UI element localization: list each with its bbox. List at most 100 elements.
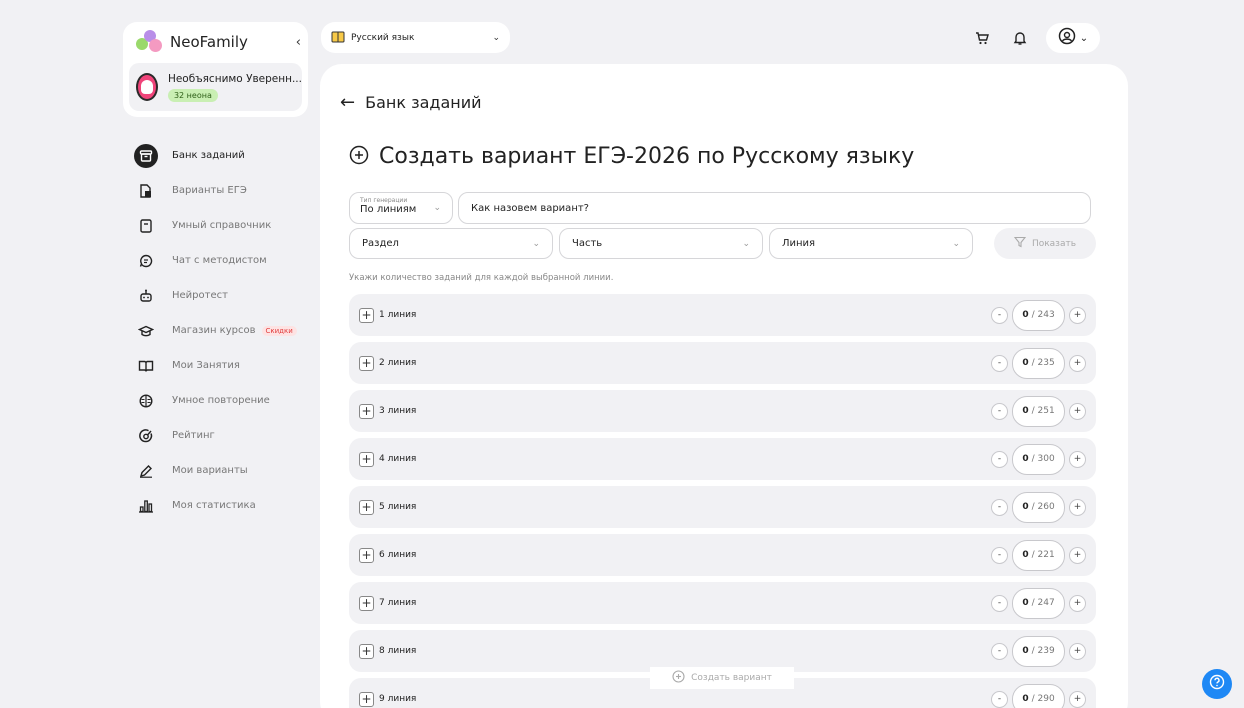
quantity-stepper: - 0/ 290 + bbox=[991, 683, 1086, 708]
chevron-left-icon[interactable]: ‹ bbox=[296, 35, 301, 50]
line-label: 6 линия bbox=[379, 550, 417, 560]
subject-select[interactable]: Русский язык ⌄ bbox=[321, 22, 510, 53]
increment-button[interactable]: + bbox=[1069, 642, 1086, 660]
sidebar-item-rating[interactable]: Рейтинг bbox=[134, 418, 314, 453]
brand-card: NeoFamily ‹ Необъяснимо Уверенн... 32 не… bbox=[123, 22, 308, 117]
quantity-value[interactable]: 0/ 247 bbox=[1012, 587, 1065, 619]
brain-icon bbox=[134, 389, 158, 413]
line-row[interactable]: + 8 линия - 0/ 239 + bbox=[349, 630, 1096, 672]
quantity-value[interactable]: 0/ 290 bbox=[1012, 683, 1065, 708]
increment-button[interactable]: + bbox=[1069, 306, 1086, 324]
expand-plus-icon[interactable]: + bbox=[359, 307, 374, 323]
top-actions: ⌄ bbox=[970, 23, 1100, 53]
line-row[interactable]: + 3 линия - 0/ 251 + bbox=[349, 390, 1096, 432]
sidebar-nav: Банк заданий Варианты ЕГЭ Умный справочн… bbox=[134, 138, 314, 523]
sidebar-item-neurotest[interactable]: Нейротест bbox=[134, 278, 314, 313]
decrement-button[interactable]: - bbox=[991, 642, 1008, 660]
increment-button[interactable]: + bbox=[1069, 546, 1086, 564]
bell-icon[interactable] bbox=[1008, 24, 1032, 52]
quantity-value[interactable]: 0/ 300 bbox=[1012, 443, 1065, 475]
open-book-icon bbox=[134, 354, 158, 378]
sidebar-item-course-shop[interactable]: Магазин курсов Скидки bbox=[134, 313, 314, 348]
generation-type-select[interactable]: Тип генерации По линиям ⌄ bbox=[349, 192, 453, 224]
line-row[interactable]: + 6 линия - 0/ 221 + bbox=[349, 534, 1096, 576]
line-row[interactable]: + 7 линия - 0/ 247 + bbox=[349, 582, 1096, 624]
section-filter[interactable]: Раздел ⌄ bbox=[349, 228, 553, 259]
expand-plus-icon[interactable]: + bbox=[359, 595, 374, 611]
main-panel: ← Банк заданий Создать вариант ЕГЭ-2026 … bbox=[320, 64, 1128, 708]
sidebar-item-label: Умное повторение bbox=[172, 395, 270, 406]
increment-button[interactable]: + bbox=[1069, 402, 1086, 420]
expand-plus-icon[interactable]: + bbox=[359, 499, 374, 515]
part-filter[interactable]: Часть ⌄ bbox=[559, 228, 763, 259]
decrement-button[interactable]: - bbox=[991, 594, 1008, 612]
quantity-value[interactable]: 0/ 235 bbox=[1012, 347, 1065, 379]
filter-label: Часть bbox=[572, 238, 603, 249]
decrement-button[interactable]: - bbox=[991, 354, 1008, 372]
increment-button[interactable]: + bbox=[1069, 450, 1086, 468]
sidebar-item-my-stats[interactable]: Моя статистика bbox=[134, 488, 314, 523]
increment-button[interactable]: + bbox=[1069, 354, 1086, 372]
profile-card[interactable]: Необъяснимо Уверенн... 32 неона bbox=[129, 63, 302, 111]
avatar[interactable] bbox=[136, 73, 158, 101]
decrement-button[interactable]: - bbox=[991, 402, 1008, 420]
expand-plus-icon[interactable]: + bbox=[359, 403, 374, 419]
quantity-stepper: - 0/ 239 + bbox=[991, 635, 1086, 667]
target-icon bbox=[134, 424, 158, 448]
increment-button[interactable]: + bbox=[1069, 690, 1086, 708]
decrement-button[interactable]: - bbox=[991, 450, 1008, 468]
line-row[interactable]: + 2 линия - 0/ 235 + bbox=[349, 342, 1096, 384]
chevron-down-icon: ⌄ bbox=[952, 238, 960, 249]
quantity-stepper: - 0/ 260 + bbox=[991, 491, 1086, 523]
sidebar-item-methodist-chat[interactable]: Чат с методистом bbox=[134, 243, 314, 278]
profile-menu-button[interactable]: ⌄ bbox=[1046, 23, 1100, 53]
quantity-value[interactable]: 0/ 239 bbox=[1012, 635, 1065, 667]
line-row[interactable]: + 4 линия - 0/ 300 + bbox=[349, 438, 1096, 480]
sidebar-item-label: Варианты ЕГЭ bbox=[172, 185, 247, 196]
chat-icon bbox=[134, 249, 158, 273]
line-label: 9 линия bbox=[379, 694, 417, 704]
expand-plus-icon[interactable]: + bbox=[359, 355, 374, 371]
chevron-down-icon: ⌄ bbox=[532, 238, 540, 249]
decrement-button[interactable]: - bbox=[991, 498, 1008, 516]
sidebar-item-task-bank[interactable]: Банк заданий bbox=[134, 138, 314, 173]
cart-icon[interactable] bbox=[970, 24, 994, 52]
sidebar-item-exam-variants[interactable]: Варианты ЕГЭ bbox=[134, 173, 314, 208]
line-row[interactable]: + 1 линия - 0/ 243 + bbox=[349, 294, 1096, 336]
expand-plus-icon[interactable]: + bbox=[359, 547, 374, 563]
increment-button[interactable]: + bbox=[1069, 498, 1086, 516]
line-filter[interactable]: Линия ⌄ bbox=[769, 228, 973, 259]
sidebar-item-label: Мои Занятия bbox=[172, 360, 240, 371]
quantity-value[interactable]: 0/ 243 bbox=[1012, 299, 1065, 331]
sidebar-item-my-variants[interactable]: Мои варианты bbox=[134, 453, 314, 488]
expand-plus-icon[interactable]: + bbox=[359, 691, 374, 707]
show-button[interactable]: Показать bbox=[994, 228, 1096, 259]
variant-name-input[interactable] bbox=[458, 192, 1091, 224]
create-variant-button[interactable]: Создать вариант bbox=[650, 667, 794, 689]
quantity-value[interactable]: 0/ 221 bbox=[1012, 539, 1065, 571]
quantity-value[interactable]: 0/ 260 bbox=[1012, 491, 1065, 523]
show-button-label: Показать bbox=[1031, 238, 1077, 249]
chevron-down-icon: ⌄ bbox=[1079, 32, 1089, 44]
graduation-cap-icon bbox=[134, 319, 158, 343]
sidebar-item-label: Магазин курсов bbox=[172, 325, 256, 336]
decrement-button[interactable]: - bbox=[991, 690, 1008, 708]
expand-plus-icon[interactable]: + bbox=[359, 643, 374, 659]
decrement-button[interactable]: - bbox=[991, 546, 1008, 564]
decrement-button[interactable]: - bbox=[991, 306, 1008, 324]
line-row[interactable]: + 5 линия - 0/ 260 + bbox=[349, 486, 1096, 528]
sidebar-item-my-lessons[interactable]: Мои Занятия bbox=[134, 348, 314, 383]
sidebar-item-smart-reference[interactable]: Умный справочник bbox=[134, 208, 314, 243]
increment-button[interactable]: + bbox=[1069, 594, 1086, 612]
quantity-value[interactable]: 0/ 251 bbox=[1012, 395, 1065, 427]
line-label: 8 линия bbox=[379, 646, 417, 656]
help-button[interactable] bbox=[1202, 669, 1232, 699]
expand-plus-icon[interactable]: + bbox=[359, 451, 374, 467]
neofamily-logo-icon bbox=[136, 30, 162, 54]
brand-row: NeoFamily ‹ bbox=[136, 30, 301, 54]
back-link[interactable]: ← Банк заданий bbox=[340, 92, 482, 113]
chevron-down-icon: ⌄ bbox=[492, 32, 500, 43]
sidebar-item-smart-review[interactable]: Умное повторение bbox=[134, 383, 314, 418]
sidebar-item-label: Чат с методистом bbox=[172, 255, 267, 266]
book-icon bbox=[331, 28, 345, 47]
